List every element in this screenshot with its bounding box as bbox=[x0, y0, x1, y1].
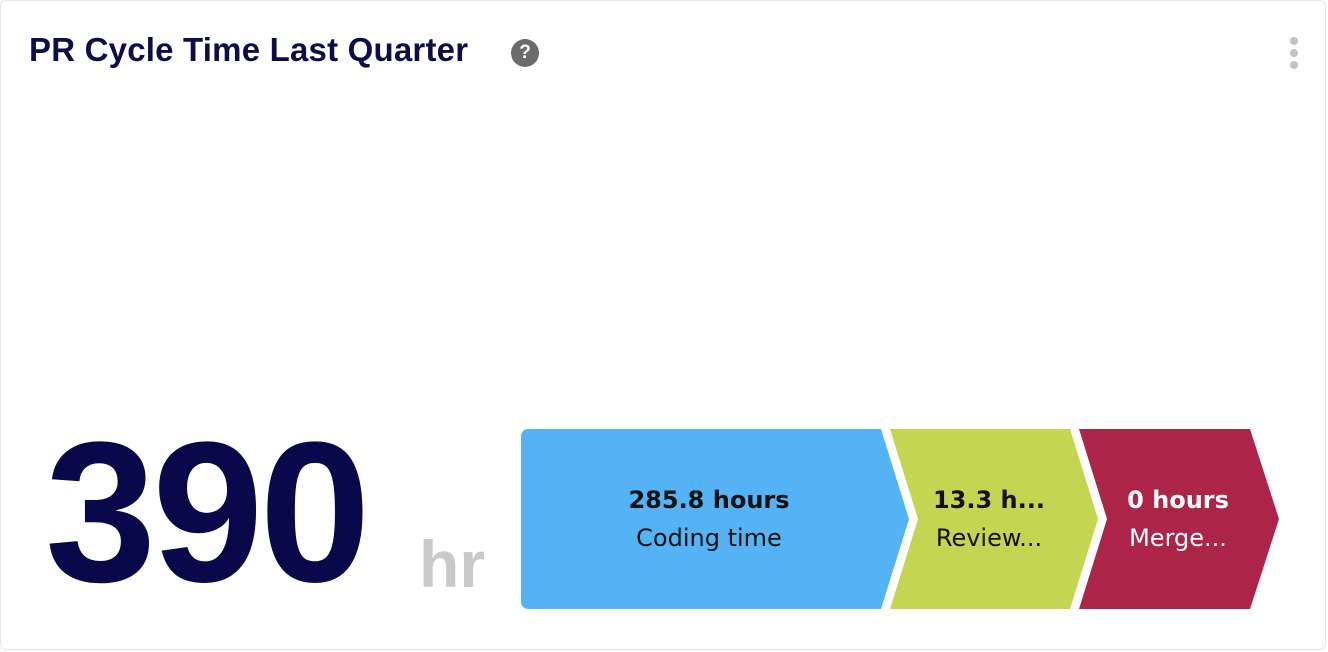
stage-value: 13.3 h... bbox=[932, 486, 1045, 514]
stage-review[interactable]: 13.3 h... Review... bbox=[921, 429, 1057, 609]
stage-value: 0 hours bbox=[1127, 486, 1229, 514]
total-cycle-time-value: 390 bbox=[45, 401, 371, 624]
more-options-icon[interactable] bbox=[1283, 37, 1305, 69]
menu-dot bbox=[1290, 61, 1298, 69]
stage-value: 285.8 hours bbox=[628, 486, 790, 514]
stage-label: Merge... bbox=[1129, 524, 1227, 552]
stage-label: Coding time bbox=[636, 524, 782, 552]
menu-dot bbox=[1290, 49, 1298, 57]
pr-cycle-time-card: PR Cycle Time Last Quarter ? 390 hr 285.… bbox=[0, 0, 1326, 650]
total-cycle-time-unit: hr bbox=[419, 527, 485, 601]
stage-coding[interactable]: 285.8 hours Coding time bbox=[541, 429, 877, 609]
help-icon[interactable]: ? bbox=[511, 39, 539, 67]
widget-title: PR Cycle Time Last Quarter bbox=[29, 31, 469, 68]
stage-label: Review... bbox=[935, 524, 1043, 552]
menu-dot bbox=[1290, 37, 1298, 45]
stage-merge[interactable]: 0 hours Merge... bbox=[1109, 429, 1247, 609]
cycle-time-breakdown: 285.8 hours Coding time 13.3 h... Review… bbox=[521, 429, 1281, 609]
